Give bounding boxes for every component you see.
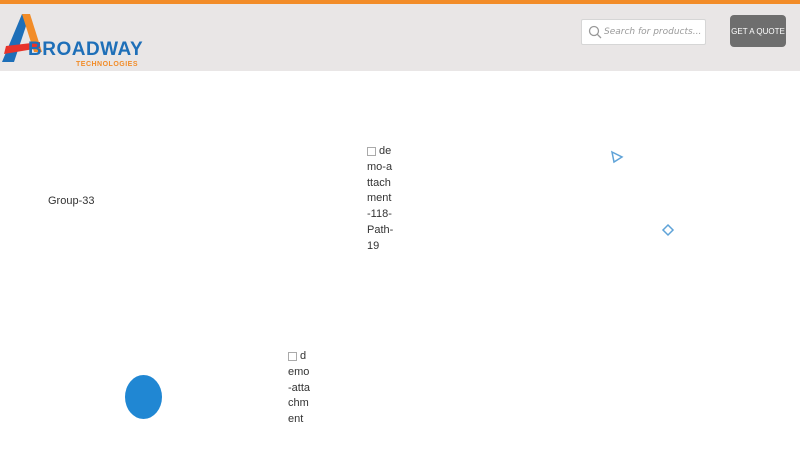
blue-circle-shape — [125, 375, 162, 419]
image-alt-text: demo-attachment-118-Path-19 — [367, 145, 394, 252]
image-alt-text: demo-attachment — [288, 350, 311, 426]
site-header: BROADWAY TECHNOLOGIES GET A QUOTE — [0, 4, 800, 71]
broken-image-icon — [288, 351, 297, 361]
group-image-alt-text: Group-33 — [48, 195, 95, 207]
logo-tagline: TECHNOLOGIES — [76, 61, 139, 68]
search-icon[interactable] — [588, 25, 602, 39]
diamond-outline-icon — [661, 223, 675, 237]
logo-name: BROADWAY — [28, 39, 144, 60]
broken-image-path-19: demo-attachment-118-Path-19 — [367, 144, 395, 255]
site-logo[interactable]: BROADWAY TECHNOLOGIES — [0, 12, 170, 68]
triangle-outline-icon — [610, 150, 624, 164]
product-search[interactable] — [581, 19, 706, 45]
get-a-quote-button[interactable]: GET A QUOTE — [730, 15, 786, 47]
search-input[interactable] — [604, 23, 702, 41]
broken-image-icon — [367, 146, 376, 156]
broken-image-attachment: demo-attachment — [288, 349, 310, 428]
